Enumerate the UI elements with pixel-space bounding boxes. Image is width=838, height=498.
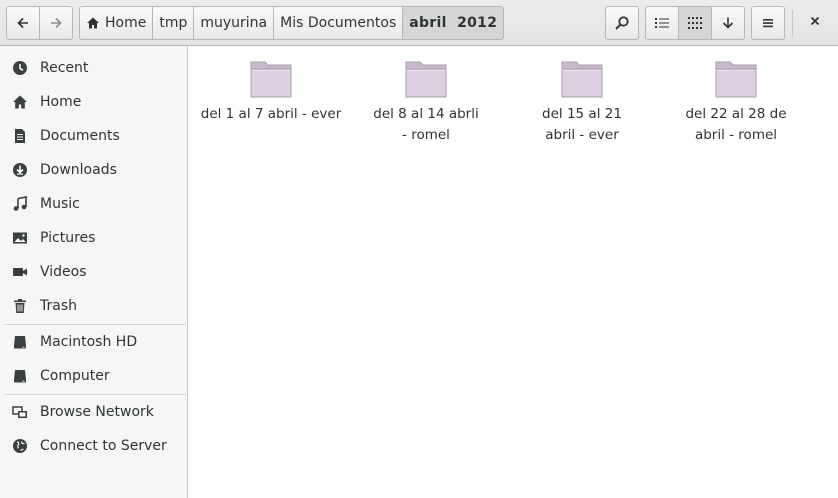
header-bar: Home tmp muyurina Mis Documentos abril 2… — [0, 0, 838, 46]
sidebar-item-label: Recent — [40, 60, 89, 76]
sidebar-item-label: Macintosh HD — [40, 334, 138, 350]
music-icon — [12, 196, 28, 212]
trash-icon — [12, 298, 28, 314]
breadcrumb-current[interactable]: abril 2012 — [402, 6, 505, 40]
sidebar-item-label: Videos — [40, 264, 87, 280]
network-icon — [12, 404, 28, 420]
sidebar-item-documents[interactable]: Documents — [0, 119, 187, 153]
breadcrumb-mis-documentos[interactable]: Mis Documentos — [273, 6, 404, 40]
sidebar-item-label: Documents — [40, 128, 120, 144]
breadcrumb-muyurina[interactable]: muyurina — [193, 6, 275, 40]
sidebar-item-pictures[interactable]: Pictures — [0, 221, 187, 255]
close-window-button[interactable] — [800, 6, 830, 40]
sidebar-item-connect-to-server[interactable]: Connect to Server — [0, 429, 187, 463]
arrow-right-icon — [49, 16, 63, 30]
grid-view-icon — [687, 16, 703, 30]
folder-item[interactable]: del 1 al 7 abril - ever — [196, 57, 346, 125]
sort-button[interactable] — [711, 6, 745, 40]
breadcrumb: Home tmp muyurina Mis Documentos abril 2… — [79, 6, 505, 40]
forward-button[interactable] — [39, 6, 73, 40]
breadcrumb-label: tmp — [159, 15, 188, 31]
breadcrumb-label: abril 2012 — [409, 15, 498, 31]
list-view-button[interactable] — [645, 6, 679, 40]
home-icon — [12, 94, 28, 110]
folder-icon — [561, 61, 603, 98]
sidebar-item-downloads[interactable]: Downloads — [0, 153, 187, 187]
drive-icon — [12, 368, 28, 384]
sidebar-item-label: Trash — [40, 298, 77, 314]
sidebar-item-computer[interactable]: Computer — [0, 359, 187, 393]
globe-icon — [12, 438, 28, 454]
breadcrumb-label: Mis Documentos — [280, 15, 397, 31]
sidebar-item-label: Connect to Server — [40, 438, 167, 454]
list-view-icon — [654, 16, 670, 30]
hamburger-icon — [761, 16, 775, 30]
sidebar-item-recent[interactable]: Recent — [0, 51, 187, 85]
sidebar-item-label: Home — [40, 94, 82, 110]
sidebar-item-label: Music — [40, 196, 80, 212]
sidebar-item-browse-network[interactable]: Browse Network — [0, 395, 187, 429]
sidebar-item-label: Pictures — [40, 230, 96, 246]
sidebar-item-videos[interactable]: Videos — [0, 255, 187, 289]
arrow-left-icon — [16, 16, 30, 30]
drive-icon — [12, 334, 28, 350]
search-button[interactable] — [605, 6, 639, 40]
sidebar-item-label: Browse Network — [40, 404, 154, 420]
folder-name: del 8 al 14 abrli - romel — [373, 106, 479, 143]
folder-item[interactable]: del 22 al 28 de abril - romel — [661, 57, 811, 146]
breadcrumb-tmp[interactable]: tmp — [152, 6, 195, 40]
breadcrumb-home[interactable]: Home — [79, 6, 154, 40]
arrow-down-icon — [721, 16, 735, 30]
folder-icon — [715, 61, 757, 98]
sidebar-item-label: Downloads — [40, 162, 117, 178]
folder-icon — [405, 61, 447, 98]
download-icon — [12, 162, 28, 178]
video-icon — [12, 264, 28, 280]
picture-icon — [12, 230, 28, 246]
grid-view-button[interactable] — [678, 6, 712, 40]
folder-icon — [250, 61, 292, 98]
folder-name: del 15 al 21 abril - ever — [542, 106, 622, 143]
folder-name: del 1 al 7 abril - ever — [200, 106, 342, 122]
sidebar-item-home[interactable]: Home — [0, 85, 187, 119]
sidebar-item-trash[interactable]: Trash — [0, 289, 187, 323]
home-icon — [86, 16, 100, 30]
sidebar-item-label: Computer — [40, 368, 110, 384]
folder-item[interactable]: del 15 al 21 abril - ever — [507, 57, 657, 146]
close-icon — [809, 15, 821, 31]
breadcrumb-label: Home — [105, 15, 147, 31]
back-button[interactable] — [6, 6, 40, 40]
menu-button[interactable] — [751, 6, 785, 40]
header-separator — [792, 10, 793, 36]
sidebar: Recent Home Documents Downloads Music Pi… — [0, 46, 188, 498]
sidebar-item-music[interactable]: Music — [0, 187, 187, 221]
clock-icon — [12, 60, 28, 76]
search-icon — [614, 15, 630, 31]
folder-name: del 22 al 28 de abril - romel — [685, 106, 787, 143]
sidebar-item-macintosh-hd[interactable]: Macintosh HD — [0, 325, 187, 359]
folder-item[interactable]: del 8 al 14 abrli - romel — [351, 57, 501, 146]
file-grid: del 1 al 7 abril - ever del 8 al 14 abrl… — [189, 47, 838, 498]
document-icon — [12, 128, 28, 144]
breadcrumb-label: muyurina — [200, 15, 268, 31]
